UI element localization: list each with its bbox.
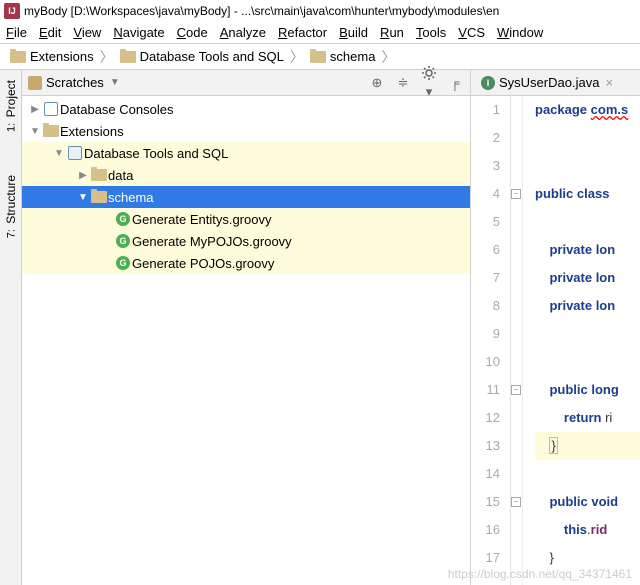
tree-item[interactable]: ▶ Database Consoles [22, 98, 470, 120]
tree-arrow-icon[interactable]: ▼ [76, 192, 90, 203]
breadcrumb: Extensions〉Database Tools and SQL〉schema… [0, 44, 640, 70]
fold-column[interactable]: − − − [511, 96, 523, 585]
menu-navigate[interactable]: Navigate [113, 25, 164, 40]
collapse-icon[interactable]: ≑ [394, 75, 412, 91]
tool-tab-project[interactable]: 1:Project [2, 74, 20, 139]
line-numbers: 1234567891011121314151617 [471, 96, 511, 585]
menu-window[interactable]: Window [497, 25, 543, 40]
gear-icon[interactable]: ▾ [420, 65, 438, 100]
menu-tools[interactable]: Tools [416, 25, 446, 40]
code-area[interactable]: package com.s public class private lon p… [523, 96, 640, 585]
tree-label: Database Consoles [60, 102, 173, 117]
breadcrumb-item[interactable]: schema [306, 49, 380, 64]
menu-refactor[interactable]: Refactor [278, 25, 327, 40]
dropdown-icon[interactable]: ▼ [110, 77, 120, 88]
tree-item[interactable]: GGenerate POJOs.groovy [22, 252, 470, 274]
panel-header: Scratches ▼ ⊕ ≑ ▾ ╒ [22, 70, 470, 96]
menu-run[interactable]: Run [380, 25, 404, 40]
code-editor[interactable]: 1234567891011121314151617 − − − package co… [471, 96, 640, 585]
scratches-icon [28, 76, 42, 90]
db-tools-icon [68, 146, 82, 160]
tree-item[interactable]: GGenerate MyPOJOs.groovy [22, 230, 470, 252]
tree-label: schema [108, 190, 154, 205]
target-icon[interactable]: ⊕ [368, 75, 386, 91]
project-tree: ▶ Database Consoles ▼ Extensions ▼ Database T… [22, 96, 470, 585]
fold-marker-icon[interactable]: − [511, 497, 521, 507]
tree-label: Extensions [60, 124, 124, 139]
database-icon [44, 102, 58, 116]
tree-label: data [108, 168, 133, 183]
chevron-right-icon: 〉 [100, 47, 114, 67]
editor-tabs: I SysUserDao.java × [471, 70, 640, 96]
fold-marker-icon[interactable]: − [511, 189, 521, 199]
tree-arrow-icon[interactable]: ▶ [28, 104, 42, 115]
tree-item[interactable]: ▶ data [22, 164, 470, 186]
editor-tab[interactable]: I SysUserDao.java × [475, 75, 619, 90]
tree-arrow-icon[interactable]: ▼ [52, 148, 66, 159]
tool-window-tabs: 1:Project 7:Structure [0, 70, 22, 585]
tree-item[interactable]: GGenerate Entitys.groovy [22, 208, 470, 230]
tree-item[interactable]: ▼ Extensions [22, 120, 470, 142]
groovy-icon: G [116, 256, 130, 270]
app-icon: IJ [4, 3, 20, 19]
menu-code[interactable]: Code [177, 25, 208, 40]
tree-item[interactable]: ▼ schema [22, 186, 470, 208]
menu-analyze[interactable]: Analyze [220, 25, 266, 40]
breadcrumb-item[interactable]: Extensions [6, 49, 98, 64]
tool-tab-structure[interactable]: 7:Structure [2, 169, 20, 246]
tree-arrow-icon[interactable]: ▼ [28, 126, 42, 137]
folder-icon [91, 169, 107, 181]
groovy-icon: G [116, 212, 130, 226]
tree-item[interactable]: ▼ Database Tools and SQL [22, 142, 470, 164]
folder-icon [91, 191, 107, 203]
menu-bar: File Edit View Navigate Code Analyze Refactor B… [0, 22, 640, 44]
close-icon[interactable]: × [605, 75, 613, 90]
chevron-right-icon: 〉 [381, 47, 395, 67]
tree-label: Generate POJOs.groovy [132, 256, 274, 271]
fold-marker-icon[interactable]: − [511, 385, 521, 395]
menu-view[interactable]: View [73, 25, 101, 40]
folder-icon [43, 125, 59, 137]
title-bar: IJ myBody [D:\Workspaces\java\myBody] - … [0, 0, 640, 22]
editor-panel: I SysUserDao.java × 12345678910111213141… [471, 70, 640, 585]
menu-build[interactable]: Build [339, 25, 368, 40]
tree-label: Generate MyPOJOs.groovy [132, 234, 292, 249]
menu-edit[interactable]: Edit [39, 25, 61, 40]
tab-filename: SysUserDao.java [499, 75, 599, 90]
java-interface-icon: I [481, 76, 495, 90]
hide-icon[interactable]: ╒ [446, 75, 464, 90]
menu-vcs[interactable]: VCS [458, 25, 485, 40]
panel-title: Scratches [46, 75, 104, 90]
window-title: myBody [D:\Workspaces\java\myBody] - ...… [24, 4, 499, 18]
groovy-icon: G [116, 234, 130, 248]
breadcrumb-item[interactable]: Database Tools and SQL [116, 49, 288, 64]
watermark: https://blog.csdn.net/qq_34371461 [448, 567, 632, 581]
project-panel: Scratches ▼ ⊕ ≑ ▾ ╒ ▶ Database Consoles ▼ E… [22, 70, 471, 585]
chevron-right-icon: 〉 [290, 47, 304, 67]
tree-label: Database Tools and SQL [84, 146, 228, 161]
tree-arrow-icon[interactable]: ▶ [76, 170, 90, 181]
menu-file[interactable]: File [6, 25, 27, 40]
tree-label: Generate Entitys.groovy [132, 212, 271, 227]
